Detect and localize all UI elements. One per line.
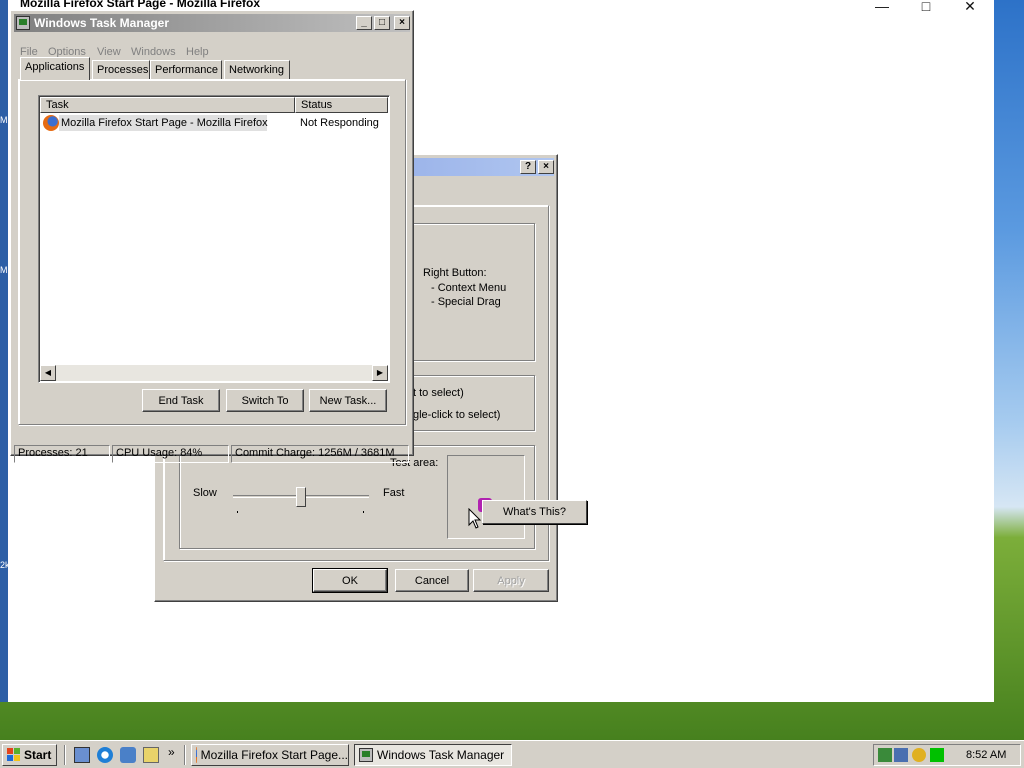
tab-performance[interactable]: Performance [150, 60, 222, 80]
clock[interactable]: 8:52 AM [966, 749, 1006, 761]
status-cpu-usage: CPU Usage: 84% [112, 445, 229, 463]
end-task-button[interactable]: End Task [142, 389, 220, 412]
tab-processes[interactable]: Processes [92, 60, 150, 80]
tab-networking[interactable]: Networking [224, 60, 290, 80]
taskbar-separator [184, 745, 186, 765]
outlook-icon[interactable] [120, 747, 136, 763]
test-area-box[interactable] [447, 455, 525, 539]
close-icon[interactable]: × [394, 16, 410, 30]
ok-button[interactable]: OK [312, 568, 388, 593]
minimize-icon[interactable]: _ [356, 16, 372, 30]
scroll-right-icon[interactable]: ▶ [372, 365, 388, 381]
context-menu: What's This? [482, 500, 587, 524]
partial-option-text[interactable]: gle-click to select) [413, 409, 500, 421]
right-button-heading: Right Button: [423, 267, 487, 279]
volume-icon[interactable] [912, 748, 926, 762]
tray-app-icon[interactable] [894, 748, 908, 762]
start-button[interactable]: Start [2, 744, 57, 766]
slider-tick [237, 511, 238, 513]
horizontal-scrollbar[interactable]: ◀ ▶ [40, 365, 388, 381]
minimize-icon[interactable]: — [862, 0, 902, 14]
strip-label: 2k [0, 560, 10, 570]
taskbar-button-firefox[interactable]: Mozilla Firefox Start Page... [191, 744, 349, 766]
slow-label: Slow [193, 487, 217, 499]
firefox-title: Mozilla Firefox Start Page - Mozilla Fir… [20, 0, 261, 10]
column-header-task[interactable]: Task [40, 97, 295, 113]
status-processes: Processes: 21 [14, 445, 110, 463]
internet-explorer-icon[interactable] [97, 747, 113, 763]
task-manager-titlebar[interactable]: Windows Task Manager _ □ × [14, 14, 410, 32]
windows-logo-icon [7, 748, 21, 762]
task-status: Not Responding [300, 117, 379, 129]
firefox-icon [196, 747, 197, 763]
strip-label: M [0, 265, 8, 275]
switch-to-button[interactable]: Switch To [226, 389, 304, 412]
system-tray: 8:52 AM [873, 744, 1021, 766]
network-icon[interactable] [878, 748, 892, 762]
desktop-left-strip: M M 2k [0, 0, 10, 702]
search-icon[interactable] [143, 747, 159, 763]
cpu-meter-icon[interactable] [930, 748, 944, 762]
taskbar: Start » Mozilla Firefox Start Page... Wi… [0, 740, 1024, 768]
task-list[interactable]: Task Status Mozilla Firefox Start Page -… [38, 95, 390, 383]
close-icon[interactable]: ✕ [950, 0, 990, 14]
cursor-icon [468, 508, 482, 529]
task-manager-window: Windows Task Manager _ □ × File Options … [10, 10, 414, 463]
maximize-icon[interactable]: □ [906, 0, 946, 14]
taskbar-button-label: Mozilla Firefox Start Page... [200, 748, 348, 762]
maximize-icon[interactable]: □ [374, 16, 390, 30]
cancel-button[interactable]: Cancel [395, 569, 469, 592]
show-desktop-icon[interactable] [74, 747, 90, 763]
column-header-status[interactable]: Status [295, 97, 388, 113]
new-task-button[interactable]: New Task... [309, 389, 387, 412]
right-button-item: - Context Menu [431, 282, 507, 294]
whats-this-menu-item[interactable]: What's This? [503, 506, 566, 518]
partial-option-text[interactable]: t to select) [413, 387, 464, 399]
speed-slider-thumb[interactable] [296, 487, 306, 507]
quick-launch-overflow[interactable]: » [168, 745, 175, 759]
task-name: Mozilla Firefox Start Page - Mozilla Fir… [59, 115, 268, 131]
scroll-left-icon[interactable]: ◀ [40, 365, 56, 381]
start-label: Start [24, 748, 52, 762]
tab-applications[interactable]: Applications [20, 57, 90, 80]
slider-tick [363, 511, 364, 513]
help-icon[interactable]: ? [520, 160, 536, 174]
menu-view[interactable]: View [97, 46, 121, 58]
taskbar-button-task-manager[interactable]: Windows Task Manager [354, 744, 512, 766]
taskbar-button-label: Windows Task Manager [377, 748, 505, 762]
menu-windows[interactable]: Windows [131, 46, 176, 58]
task-manager-icon [359, 748, 373, 762]
task-manager-icon [16, 16, 30, 30]
firefox-icon [43, 115, 59, 131]
strip-label: M [0, 115, 8, 125]
taskbar-separator [64, 745, 66, 765]
menu-help[interactable]: Help [186, 46, 209, 58]
task-manager-title: Windows Task Manager [34, 16, 170, 30]
apply-button[interactable]: Apply [473, 569, 549, 592]
table-row[interactable]: Mozilla Firefox Start Page - Mozilla Fir… [41, 114, 387, 132]
status-commit-charge: Commit Charge: 1256M / 3681M [231, 445, 409, 463]
close-icon[interactable]: × [538, 160, 554, 174]
fast-label: Fast [383, 487, 405, 499]
right-button-item: - Special Drag [431, 296, 501, 308]
